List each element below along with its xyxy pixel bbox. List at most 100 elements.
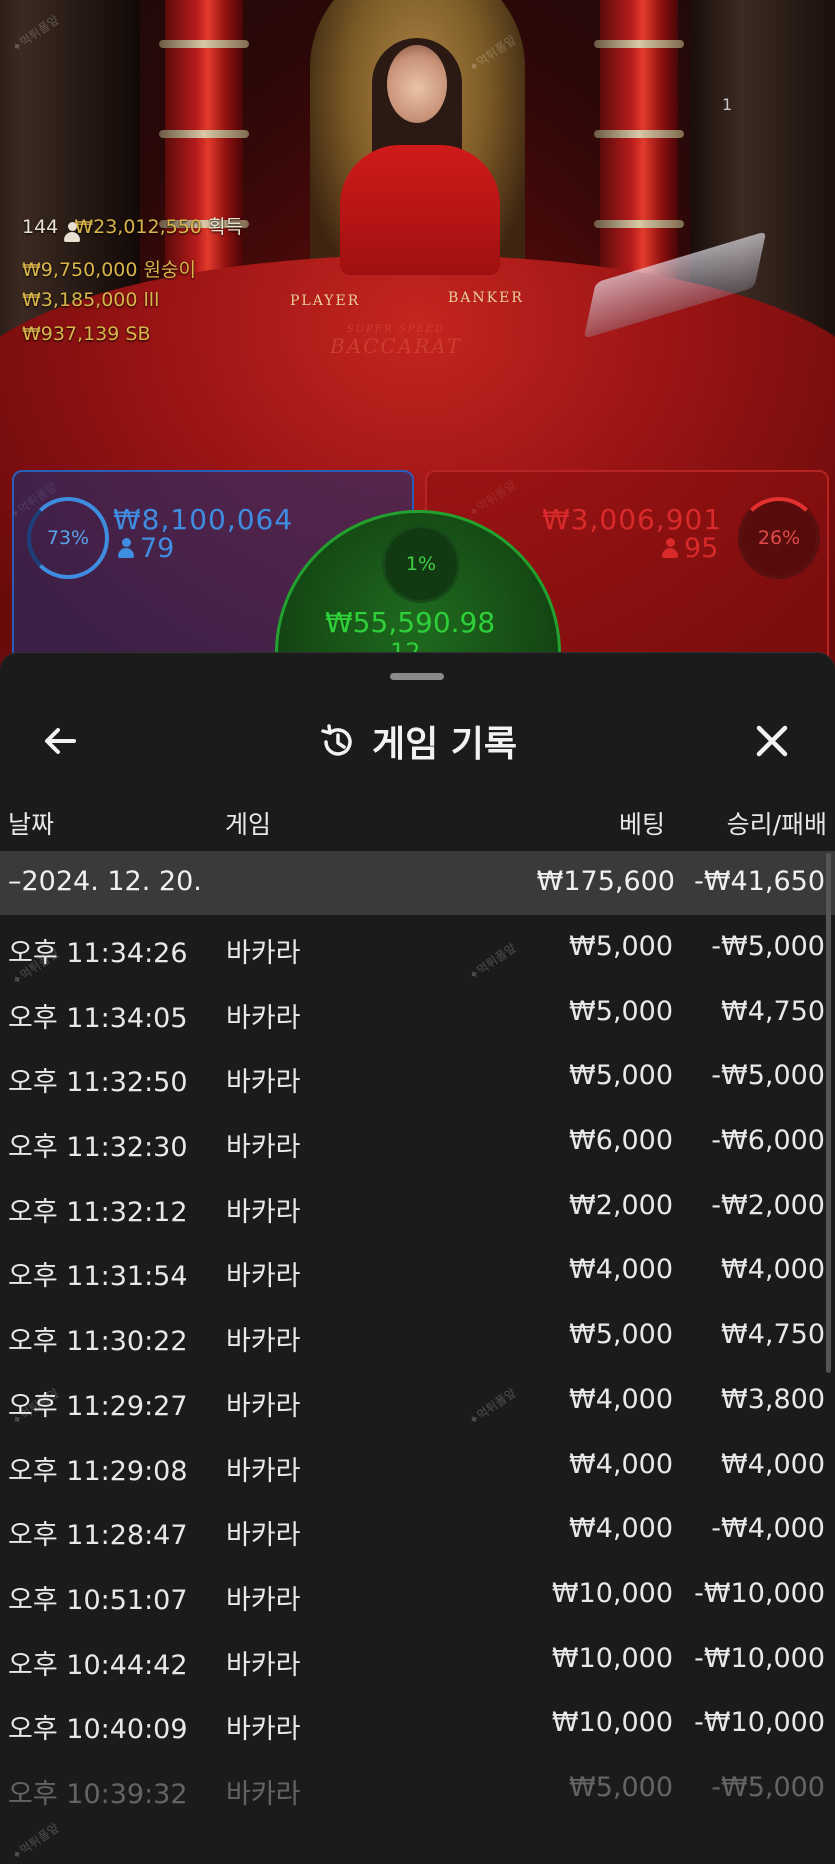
scrollbar[interactable] bbox=[826, 853, 831, 1373]
top-winner-name: SB bbox=[125, 323, 151, 345]
top-winner-3: ₩937,139 SB bbox=[22, 323, 151, 345]
row-bet: ₩5,000 bbox=[569, 1771, 673, 1803]
sheet-header: 게임 기록 bbox=[0, 705, 835, 775]
history-row[interactable]: 오후 10:40:09 바카라 ₩10,000 -₩10,000 bbox=[0, 1691, 835, 1756]
player-count-value: 79 bbox=[140, 533, 175, 564]
player-table-label: PLAYER bbox=[290, 293, 361, 309]
history-row[interactable]: 오후 11:32:30 바카라 ₩6,000 -₩6,000 bbox=[0, 1109, 835, 1174]
row-game: 바카라 bbox=[226, 1067, 301, 1099]
row-time: 오후 10:39:32 bbox=[8, 1778, 188, 1810]
top-winner-name: lll bbox=[143, 289, 160, 311]
close-button[interactable] bbox=[752, 721, 792, 761]
row-bet: ₩4,000 bbox=[569, 1513, 673, 1545]
row-result: -₩10,000 bbox=[694, 1707, 825, 1739]
sheet-title: 게임 기록 bbox=[0, 715, 835, 767]
row-time: 오후 10:44:42 bbox=[8, 1649, 188, 1681]
row-bet: ₩6,000 bbox=[569, 1125, 673, 1157]
row-time: 오후 10:51:07 bbox=[8, 1584, 188, 1616]
row-bet: ₩2,000 bbox=[569, 1189, 673, 1221]
row-result: -₩5,000 bbox=[711, 1060, 825, 1092]
date-group-total-bet: ₩175,600 bbox=[536, 866, 675, 897]
history-row[interactable]: 오후 10:39:32 바카라 ₩5,000 -₩5,000 bbox=[0, 1756, 835, 1821]
column-headers: 날짜 게임 베팅 승리/패배 bbox=[0, 805, 835, 845]
top-winner-name: 원숭이 bbox=[143, 259, 196, 281]
history-row[interactable]: 오후 11:31:54 바카라 ₩4,000 ₩4,000 bbox=[0, 1238, 835, 1303]
row-result: -₩5,000 bbox=[711, 1771, 825, 1803]
history-row[interactable]: 오후 11:34:05 바카라 ₩5,000 ₩4,750 bbox=[0, 980, 835, 1045]
row-game: 바카라 bbox=[226, 1778, 301, 1810]
date-group-row[interactable]: –2024. 12. 20. ₩175,600 -₩41,650 bbox=[0, 851, 835, 915]
row-bet: ₩5,000 bbox=[569, 1060, 673, 1092]
row-bet: ₩4,000 bbox=[569, 1254, 673, 1286]
tie-bet-amount: ₩55,590.98 bbox=[325, 606, 496, 639]
winnings-suffix: 획득 bbox=[207, 216, 243, 238]
game-history-sheet: 게임 기록 날짜 게임 베팅 승리/패배 –2024. 12. 20. ₩175… bbox=[0, 652, 835, 1863]
history-row[interactable]: 오후 11:34:26 바카라 ₩5,000 -₩5,000 bbox=[0, 915, 835, 980]
row-bet: ₩4,000 bbox=[569, 1383, 673, 1415]
date-group-label: –2024. 12. 20. bbox=[8, 866, 202, 897]
row-game: 바카라 bbox=[226, 1326, 301, 1358]
drag-handle[interactable] bbox=[390, 673, 444, 680]
banker-bettor-count: 95 bbox=[662, 533, 718, 564]
banker-bet-amount: ₩3,006,901 bbox=[542, 503, 723, 536]
row-result: ₩4,750 bbox=[721, 995, 825, 1027]
row-result: -₩5,000 bbox=[711, 931, 825, 962]
history-row[interactable]: 오후 10:51:07 바카라 ₩10,000 -₩10,000 bbox=[0, 1562, 835, 1627]
tie-percent-ring: 1% bbox=[382, 525, 460, 603]
row-result: -₩4,000 bbox=[711, 1513, 825, 1545]
pillar-right bbox=[594, 0, 684, 300]
row-time: 오후 11:34:05 bbox=[8, 1002, 188, 1034]
row-time: 오후 11:29:08 bbox=[8, 1455, 188, 1487]
row-time: 오후 11:32:30 bbox=[8, 1132, 188, 1164]
row-time: 오후 11:32:50 bbox=[8, 1067, 188, 1099]
row-game: 바카라 bbox=[226, 1132, 301, 1164]
row-game: 바카라 bbox=[226, 1390, 301, 1422]
banker-table-label: BANKER bbox=[448, 290, 524, 306]
row-game: 바카라 bbox=[226, 1455, 301, 1487]
history-row[interactable]: 오후 11:28:47 바카라 ₩4,000 -₩4,000 bbox=[0, 1497, 835, 1562]
history-row[interactable]: 오후 11:30:22 바카라 ₩5,000 ₩4,750 bbox=[0, 1303, 835, 1368]
winners-count: 144 bbox=[22, 216, 59, 238]
banker-count-value: 95 bbox=[684, 533, 719, 564]
row-bet: ₩4,000 bbox=[569, 1448, 673, 1480]
history-list: 오후 11:34:26 바카라 ₩5,000 -₩5,000 오후 11:34:05 바… bbox=[0, 915, 835, 1821]
top-winner-amount: ₩937,139 bbox=[22, 323, 120, 345]
date-group-total-result: -₩41,650 bbox=[694, 866, 825, 897]
history-row[interactable]: 오후 10:44:42 바카라 ₩10,000 -₩10,000 bbox=[0, 1627, 835, 1692]
row-game: 바카라 bbox=[226, 1002, 301, 1034]
row-result: -₩10,000 bbox=[694, 1577, 825, 1609]
row-result: ₩3,800 bbox=[721, 1383, 825, 1415]
watermark: 먹튀폴앞 bbox=[8, 1819, 62, 1864]
row-result: -₩2,000 bbox=[711, 1189, 825, 1221]
top-winner-amount: ₩9,750,000 bbox=[22, 259, 138, 281]
player-bettor-count: 79 bbox=[118, 533, 174, 564]
row-result: ₩4,000 bbox=[721, 1448, 825, 1480]
row-result: -₩6,000 bbox=[711, 1125, 825, 1157]
col-bet[interactable]: 베팅 bbox=[619, 805, 665, 841]
row-bet: ₩5,000 bbox=[569, 1319, 673, 1351]
player-percent-ring: 73% bbox=[27, 497, 109, 579]
col-result[interactable]: 승리/패배 bbox=[727, 805, 827, 841]
history-row[interactable]: 오후 11:32:50 바카라 ₩5,000 -₩5,000 bbox=[0, 1044, 835, 1109]
person-icon bbox=[662, 538, 678, 558]
row-time: 오후 11:32:12 bbox=[8, 1196, 188, 1228]
history-row[interactable]: 오후 11:29:08 바카라 ₩4,000 ₩4,000 bbox=[0, 1433, 835, 1498]
history-row[interactable]: 오후 11:32:12 바카라 ₩2,000 -₩2,000 bbox=[0, 1174, 835, 1239]
row-game: 바카라 bbox=[226, 1649, 301, 1681]
person-icon bbox=[118, 538, 134, 558]
sheet-title-text: 게임 기록 bbox=[371, 724, 517, 765]
row-result: ₩4,000 bbox=[721, 1254, 825, 1286]
row-game: 바카라 bbox=[226, 1196, 301, 1228]
row-bet: ₩5,000 bbox=[569, 995, 673, 1027]
col-date[interactable]: 날짜 bbox=[8, 805, 54, 841]
top-winner-amount: ₩3,185,000 bbox=[22, 289, 138, 311]
row-time: 오후 11:31:54 bbox=[8, 1261, 188, 1293]
col-game[interactable]: 게임 bbox=[225, 805, 271, 841]
winnings-amount: ₩23,012,550 bbox=[74, 216, 202, 238]
history-row[interactable]: 오후 11:29:27 바카라 ₩4,000 ₩3,800 bbox=[0, 1368, 835, 1433]
super-speed-baccarat-logo: SUPER SPEED BACCARAT bbox=[330, 324, 462, 358]
row-time: 오후 11:30:22 bbox=[8, 1326, 188, 1358]
close-icon bbox=[756, 725, 788, 757]
row-game: 바카라 bbox=[226, 1520, 301, 1552]
row-result: ₩4,750 bbox=[721, 1319, 825, 1351]
